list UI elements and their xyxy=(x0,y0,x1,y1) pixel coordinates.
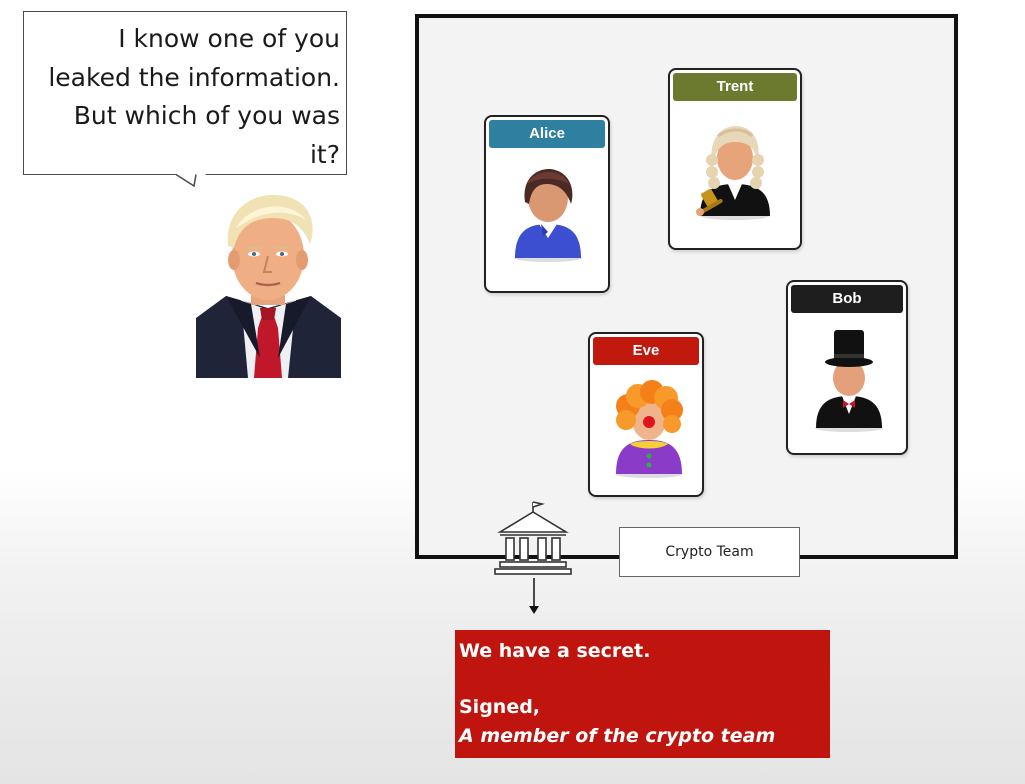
message-line-signed: Signed, xyxy=(459,696,541,718)
trent-card: Trent xyxy=(668,68,802,250)
bob-card-header: Bob xyxy=(791,285,903,313)
top-hat-gentleman-icon xyxy=(815,330,883,432)
eve-card: Eve xyxy=(588,332,704,497)
speech-bubble-text: I know one of you leaked the information… xyxy=(20,20,340,174)
man-in-suit-portrait xyxy=(196,188,341,378)
bank-building-icon xyxy=(494,501,572,575)
trent-card-header: Trent xyxy=(673,73,797,101)
speech-bubble: I know one of you leaked the information… xyxy=(23,11,347,175)
speech-line-4: it? xyxy=(309,139,340,169)
clown-avatar-icon xyxy=(615,380,683,478)
message-line-secret: We have a secret. xyxy=(459,640,651,662)
judge-avatar-icon xyxy=(696,126,770,220)
bob-card: Bob xyxy=(786,280,908,455)
speech-line-3: But which of you was xyxy=(73,101,340,130)
alice-card-header: Alice xyxy=(489,120,605,148)
signed-message-box: We have a secret. Signed, A member of th… xyxy=(455,630,830,758)
speech-bubble-tail xyxy=(176,173,206,187)
crypto-team-label: Crypto Team xyxy=(619,527,800,577)
speech-line-1: I know one of you xyxy=(118,24,340,53)
eve-card-header: Eve xyxy=(593,337,699,365)
woman-avatar-icon xyxy=(514,169,582,262)
alice-card: Alice xyxy=(484,115,610,293)
speech-line-2: leaked the information. xyxy=(48,62,340,92)
message-line-signature: A member of the crypto team xyxy=(459,725,776,747)
down-arrow-icon xyxy=(529,578,539,614)
